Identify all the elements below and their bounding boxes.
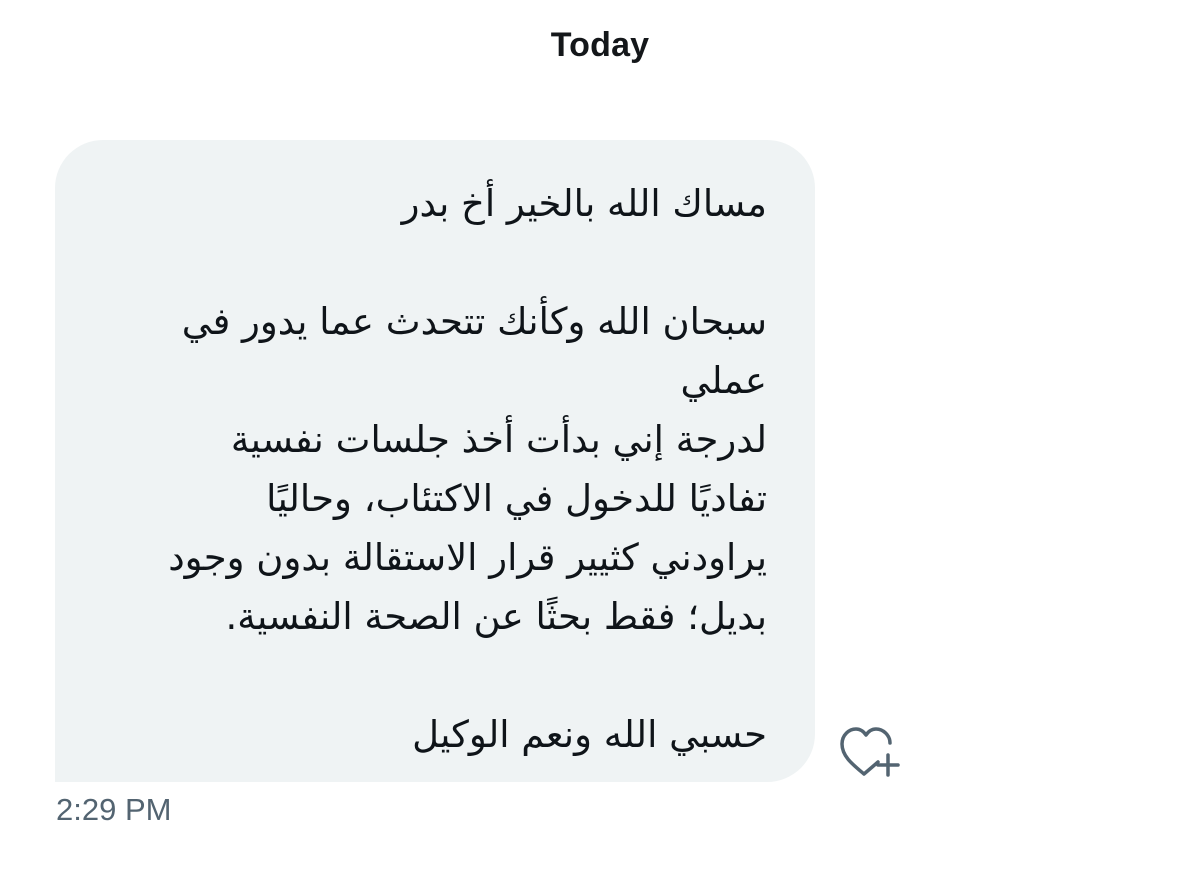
- add-reaction-button[interactable]: [838, 722, 908, 782]
- message-line: مساك الله بالخير أخ بدر: [401, 182, 767, 225]
- message-line: تفاديًا للدخول في الاكتئاب، وحاليًا: [266, 477, 767, 520]
- message-line: سبحان الله وكأنك تتحدث عما يدور في: [181, 300, 767, 343]
- message-line: لدرجة إني بدأت أخذ جلسات نفسية: [230, 418, 767, 461]
- message-line: يراودني كثيير قرار الاستقالة بدون وجود: [168, 536, 767, 579]
- heart-plus-icon: [840, 727, 900, 777]
- message-bubble[interactable]: مساك الله بالخير أخ بدر سبحان الله وكأنك…: [55, 140, 815, 782]
- message-line: بديل؛ فقط بحثًا عن الصحة النفسية.: [225, 595, 767, 638]
- message-line: عملي: [680, 359, 767, 402]
- message-timestamp: 2:29 PM: [56, 792, 172, 827]
- date-separator: Today: [550, 26, 650, 64]
- message-line: حسبي الله ونعم الوكيل: [412, 713, 767, 756]
